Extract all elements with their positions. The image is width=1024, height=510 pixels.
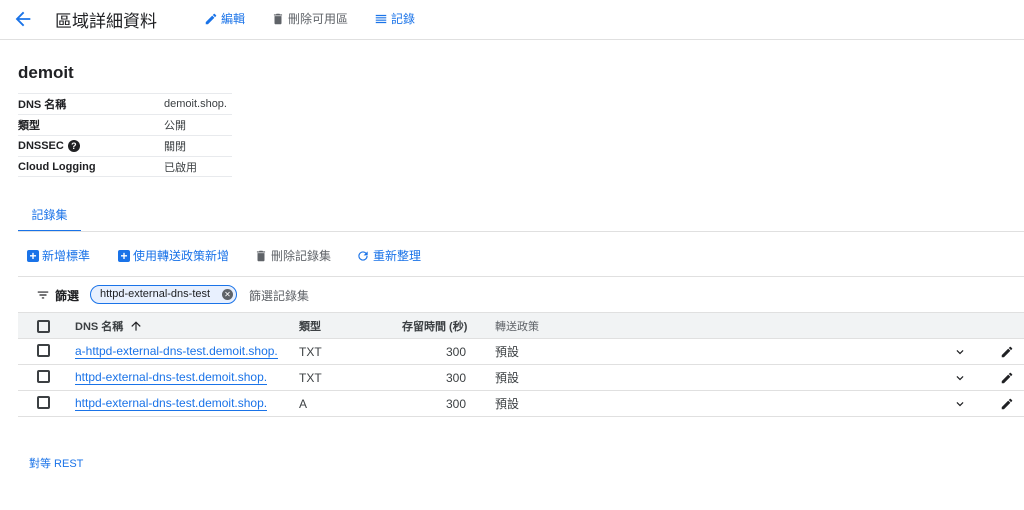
detail-value: 關閉 [164, 141, 186, 153]
pencil-icon[interactable] [1000, 397, 1014, 411]
record-type-cell: A [299, 396, 308, 411]
detail-value: 公開 [164, 120, 186, 132]
detail-row-cloud-logging: Cloud Logging 已啟用 [18, 156, 232, 177]
delete-record-sets-button[interactable]: 刪除記錄集 [254, 247, 331, 264]
add-with-policy-button[interactable]: + 使用轉送政策新增 [118, 247, 229, 264]
sort-arrow-up-icon [131, 320, 141, 331]
filter-input[interactable]: 篩選記錄集 [249, 287, 309, 304]
table-row: a-httpd-external-dns-test.demoit.shop. T… [18, 339, 1024, 365]
detail-label: DNS 名稱 [18, 99, 67, 111]
filter-chip[interactable]: httpd-external-dns-test ✕ [90, 285, 237, 304]
record-policy-cell: 預設 [495, 371, 520, 385]
record-ttl-cell: 300 [446, 396, 467, 411]
logs-button[interactable]: 記錄 [374, 10, 415, 27]
record-name-link[interactable]: httpd-external-dns-test.demoit.shop. [75, 370, 268, 385]
row-checkbox[interactable] [37, 344, 50, 357]
column-header-dns-name[interactable]: DNS 名稱 [75, 313, 143, 338]
column-header-policy: 轉送政策 [495, 320, 539, 333]
pencil-icon [205, 13, 217, 24]
column-header-label: DNS 名稱 [75, 320, 124, 333]
zone-details-table: DNS 名稱 demoit.shop. 類型 公開 DNSSEC ? 關閉 Cl… [18, 93, 232, 177]
list-icon [375, 14, 387, 23]
pencil-icon[interactable] [1000, 371, 1014, 385]
equivalent-rest-link[interactable]: 對等 REST [29, 455, 83, 471]
filter-chip-text: httpd-external-dns-test [100, 288, 211, 300]
refresh-icon [358, 250, 368, 261]
record-policy-cell: 預設 [495, 397, 520, 411]
chip-remove-icon[interactable]: ✕ [222, 289, 233, 300]
chevron-down-icon[interactable] [953, 397, 967, 411]
column-header-type: 類型 [299, 320, 321, 333]
add-standard-button[interactable]: + 新增標準 [27, 247, 90, 264]
edit-label: 編輯 [221, 12, 246, 26]
chevron-down-icon[interactable] [953, 371, 967, 385]
record-type-cell: TXT [299, 370, 322, 385]
trash-icon [256, 250, 266, 261]
record-ttl-cell: 300 [446, 370, 467, 385]
zone-name: demoit [18, 63, 74, 82]
help-icon[interactable]: ? [67, 140, 80, 152]
tab-record-sets[interactable]: 記錄集 [18, 203, 81, 232]
delete-zone-button[interactable]: 刪除可用區 [271, 10, 348, 27]
edit-button[interactable]: 編輯 [204, 10, 245, 27]
add-with-policy-label: 使用轉送政策新增 [133, 249, 230, 263]
detail-value: demoit.shop. [164, 98, 227, 110]
chevron-down-icon[interactable] [953, 345, 967, 359]
toolbar-divider [18, 276, 1024, 277]
record-name-link[interactable]: httpd-external-dns-test.demoit.shop. [75, 396, 268, 411]
record-name-cell: httpd-external-dns-test.demoit.shop. [75, 391, 268, 416]
table-header: DNS 名稱 類型 存留時間 (秒) 轉送政策 [18, 312, 1024, 339]
detail-row-dnssec: DNSSEC ? 關閉 [18, 135, 232, 156]
pencil-icon[interactable] [1000, 345, 1014, 359]
filter-icon [37, 291, 49, 299]
column-header-ttl: 存留時間 (秒) [402, 320, 468, 333]
add-standard-label: 新增標準 [42, 249, 91, 263]
refresh-button[interactable]: 重新整理 [356, 247, 421, 264]
tab-divider [18, 231, 1024, 232]
record-ttl-cell: 300 [446, 344, 467, 359]
select-all-checkbox[interactable] [37, 320, 50, 333]
detail-label: Cloud Logging [18, 160, 96, 173]
table-row: httpd-external-dns-test.demoit.shop. TXT… [18, 365, 1024, 391]
detail-value: 已啟用 [164, 161, 197, 174]
logs-label: 記錄 [391, 12, 416, 26]
detail-label: 類型 [18, 120, 40, 132]
trash-icon [273, 13, 283, 24]
detail-label-dnssec: DNSSEC ? [18, 140, 164, 152]
back-arrow-icon[interactable] [12, 8, 34, 30]
detail-row-type: 類型 公開 [18, 114, 232, 135]
detail-label-text: DNSSEC [18, 140, 64, 152]
record-name-cell: a-httpd-external-dns-test.demoit.shop. [75, 339, 278, 364]
record-type-cell: TXT [299, 344, 322, 359]
row-checkbox[interactable] [37, 396, 50, 409]
top-bar: 區域詳細資料 編輯 刪除可用區 記錄 [0, 0, 1024, 40]
page-title: 區域詳細資料 [55, 12, 157, 31]
add-box-icon: + [118, 249, 130, 262]
detail-row-dns-name: DNS 名稱 demoit.shop. [18, 93, 232, 114]
refresh-label: 重新整理 [373, 249, 422, 263]
record-name-link[interactable]: a-httpd-external-dns-test.demoit.shop. [75, 344, 278, 359]
delete-zone-label: 刪除可用區 [288, 12, 349, 26]
table-row: httpd-external-dns-test.demoit.shop. A 3… [18, 391, 1024, 417]
record-policy-cell: 預設 [495, 345, 520, 359]
record-name-cell: httpd-external-dns-test.demoit.shop. [75, 365, 268, 390]
delete-record-sets-label: 刪除記錄集 [271, 249, 332, 263]
row-checkbox[interactable] [37, 370, 50, 383]
add-box-icon: + [27, 249, 39, 262]
filter-label: 篩選 [55, 289, 80, 303]
